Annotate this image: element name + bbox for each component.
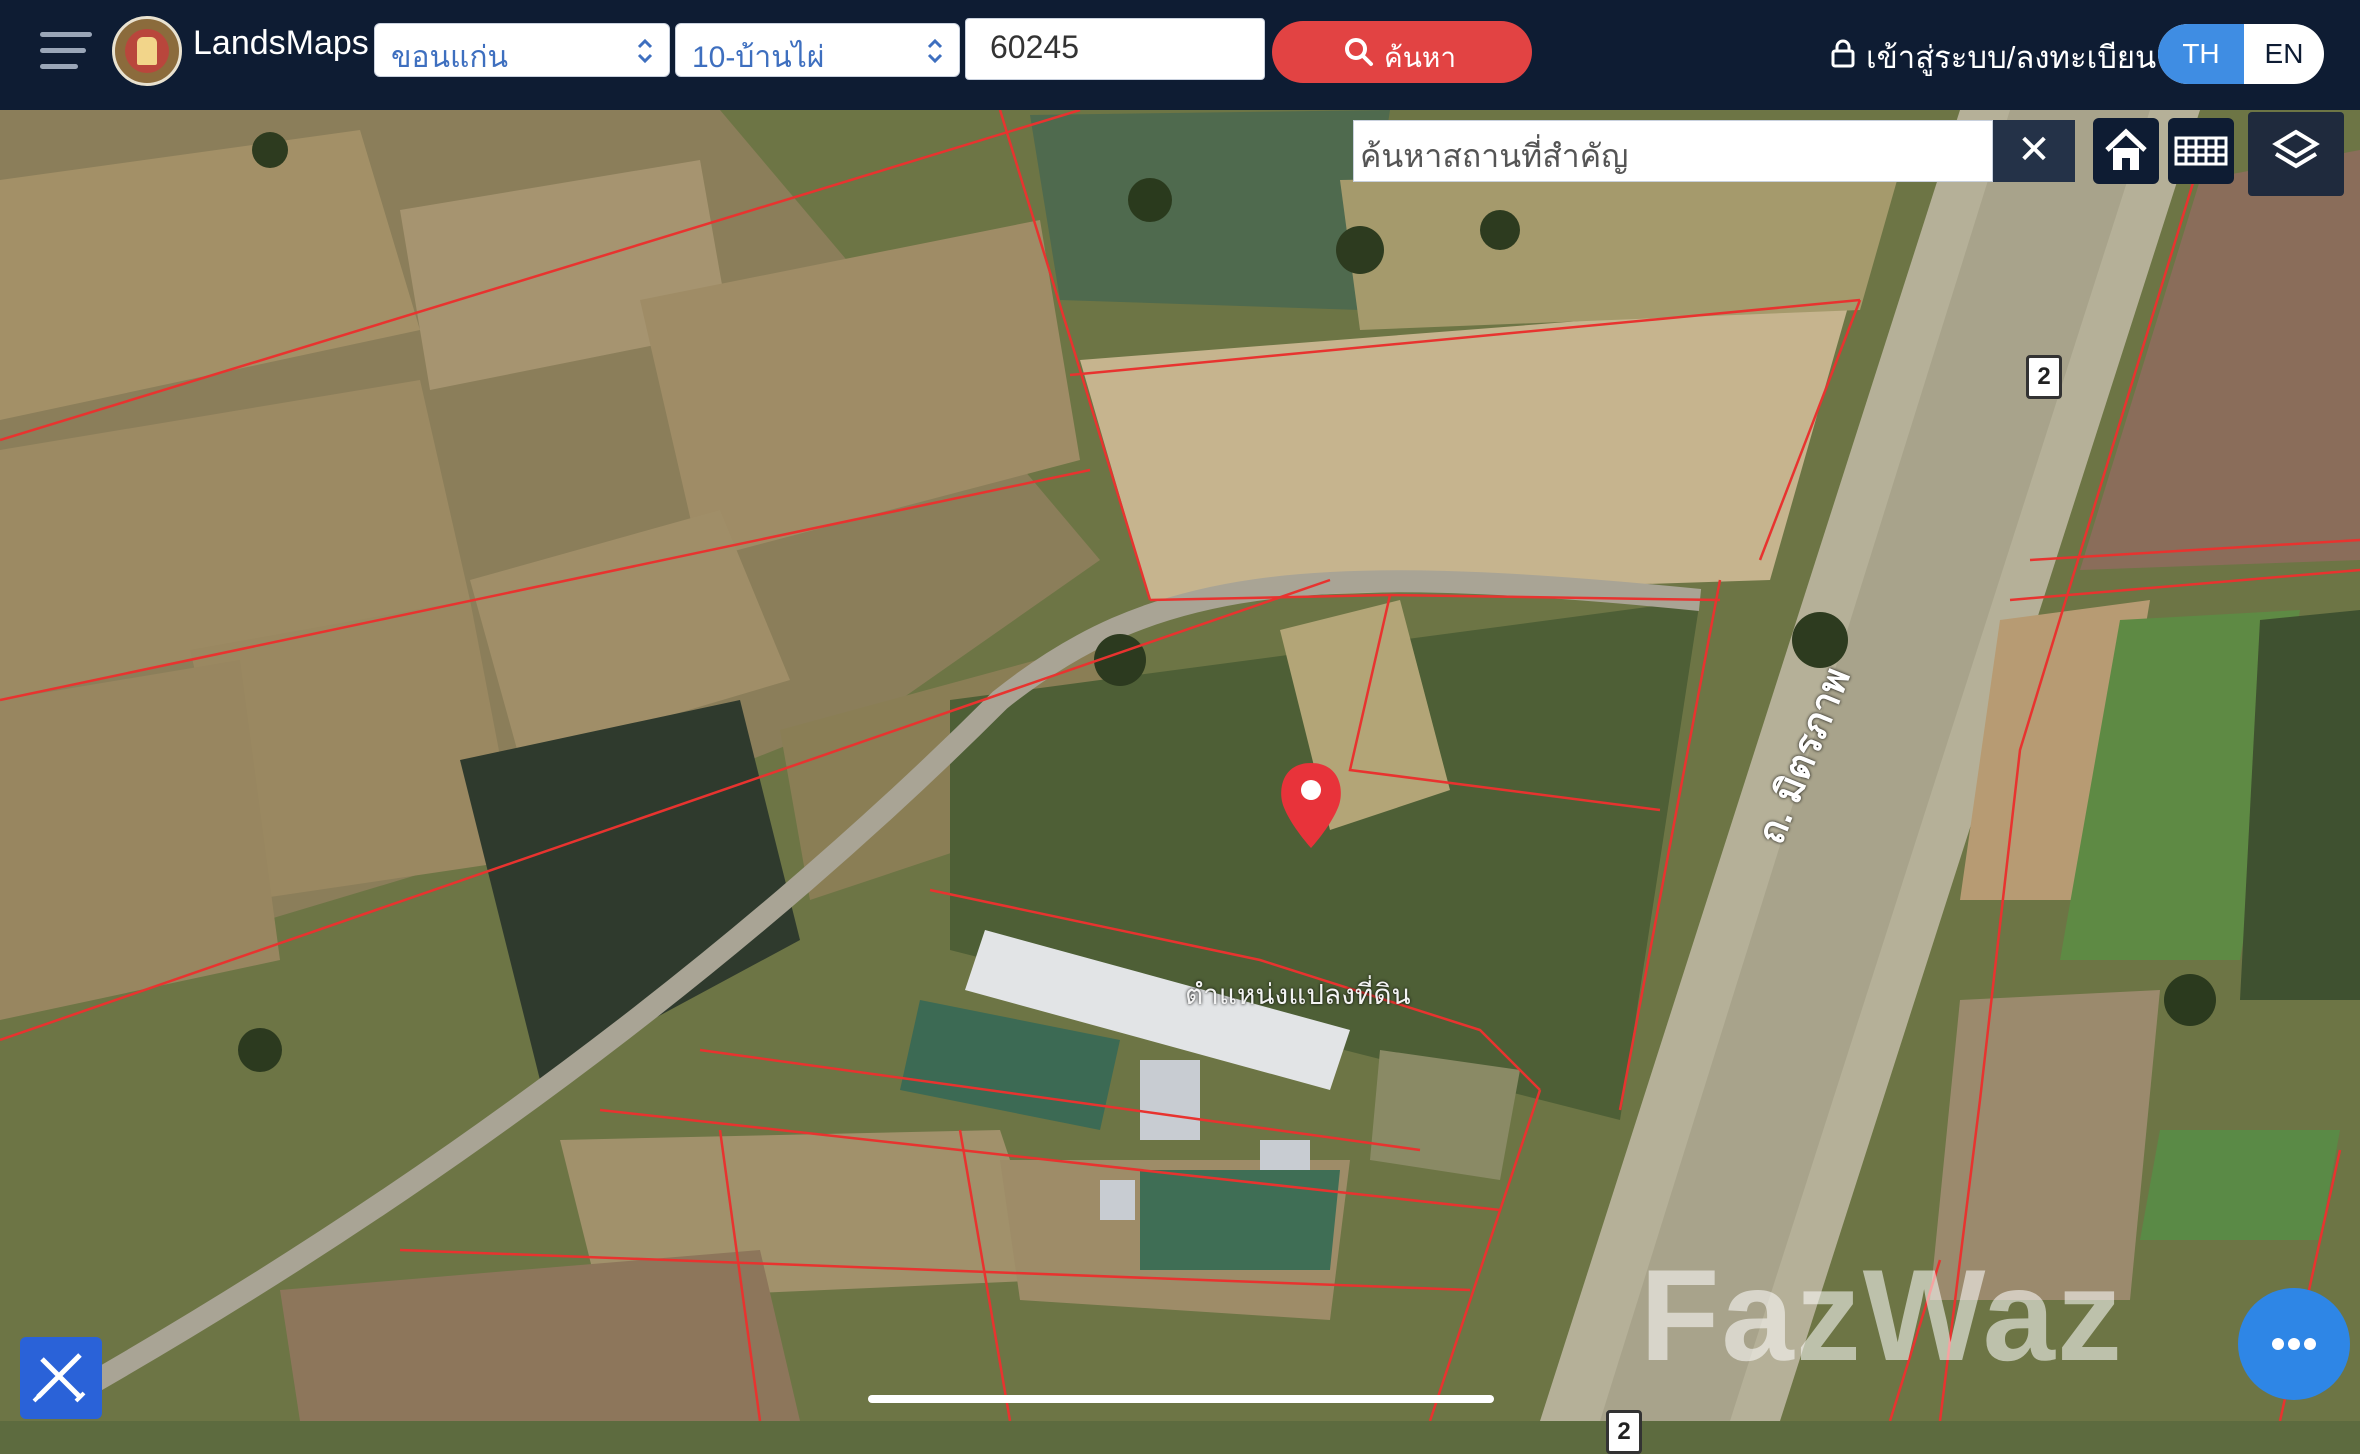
- more-dot: [2272, 1338, 2284, 1350]
- parcel-grid-button[interactable]: [2168, 118, 2234, 184]
- clear-search-button[interactable]: ✕: [1993, 120, 2075, 182]
- home-icon: [2105, 128, 2147, 170]
- select-arrows-icon: [927, 38, 943, 64]
- fazwaz-watermark: FazWaz: [1640, 1242, 2124, 1388]
- more-options-button[interactable]: [2238, 1288, 2350, 1400]
- menu-icon[interactable]: [40, 32, 92, 74]
- lang-th-button[interactable]: TH: [2158, 24, 2244, 84]
- login-label: เข้าสู่ระบบ/ลงทะเบียน: [1866, 40, 2157, 75]
- land-department-seal-icon[interactable]: [112, 16, 182, 86]
- more-dot: [2288, 1338, 2300, 1350]
- highway-shield: 2: [2026, 355, 2062, 399]
- select-arrows-icon: [637, 38, 653, 64]
- ruler-pencil-icon: [32, 1353, 86, 1403]
- pin-label: ตำแหน่งแปลงที่ดิน: [1185, 979, 1411, 1010]
- home-indicator: [868, 1395, 1494, 1403]
- brand-name: LandsMaps: [193, 24, 369, 62]
- search-button-label: ค้นหา: [1384, 42, 1457, 73]
- lang-en-button[interactable]: EN: [2244, 24, 2324, 84]
- map-canvas[interactable]: [0, 110, 2360, 1421]
- amphur-select[interactable]: 10-บ้านไผ่: [675, 23, 960, 77]
- more-dot: [2304, 1338, 2316, 1350]
- measure-tool-button[interactable]: [20, 1337, 102, 1419]
- parcel-number-input[interactable]: 60245: [965, 18, 1265, 80]
- search-icon: [1345, 38, 1373, 66]
- top-bar: LandsMaps ขอนแก่น 10-บ้านไผ่ 60245 ค้นหา…: [0, 0, 2360, 110]
- grid-icon: [2174, 136, 2228, 166]
- lock-icon: [1831, 39, 1855, 68]
- place-search-input[interactable]: ค้นหาสถานที่สำคัญ: [1353, 120, 1993, 182]
- layers-icon: [2272, 129, 2320, 169]
- home-button[interactable]: [2093, 118, 2159, 184]
- language-toggle: TH EN: [2158, 24, 2324, 84]
- satellite-map[interactable]: ตำแหน่งแปลงที่ดิน ถ. มิตรภาพ 2 2: [0, 110, 2360, 1454]
- search-button[interactable]: ค้นหา: [1272, 21, 1532, 83]
- layers-button[interactable]: [2248, 112, 2344, 196]
- highway-shield: 2: [1606, 1410, 1642, 1454]
- province-value: ขอนแก่น: [391, 41, 509, 74]
- amphur-value: 10-บ้านไผ่: [692, 41, 825, 74]
- province-select[interactable]: ขอนแก่น: [374, 23, 670, 77]
